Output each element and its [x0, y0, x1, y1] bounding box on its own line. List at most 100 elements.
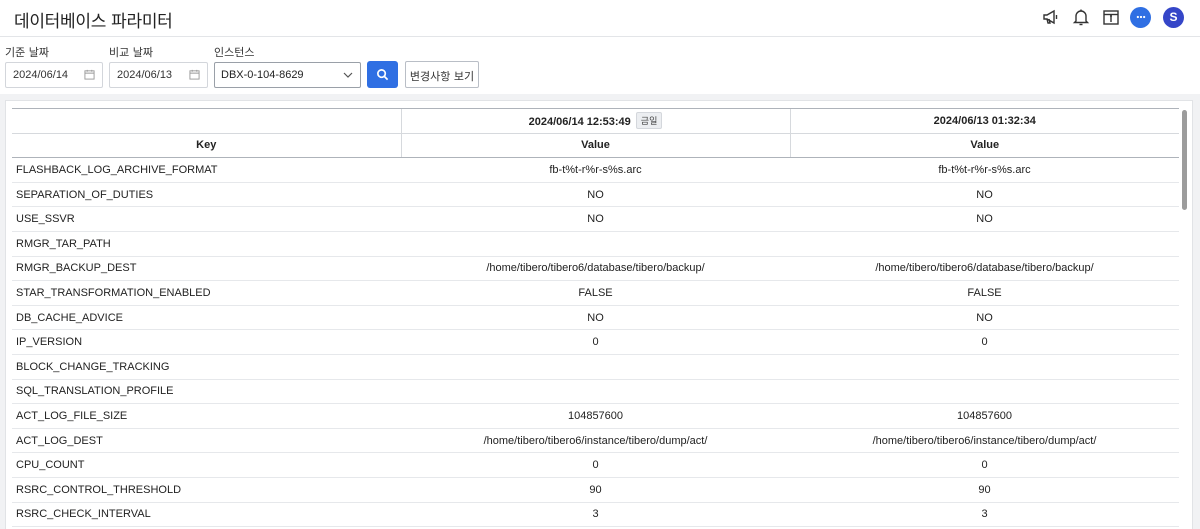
calendar-icon — [189, 69, 200, 80]
calendar-icon — [84, 69, 95, 80]
view-changes-button[interactable]: 변경사항 보기 — [405, 61, 479, 88]
table-row[interactable]: SEPARATION_OF_DUTIES NO NO — [12, 182, 1179, 208]
compare-value-column-header[interactable]: Value — [789, 133, 1179, 159]
base-value-cell: NO — [401, 182, 790, 208]
base-value-cell: fb-t%t-r%r-s%s.arc — [401, 157, 790, 183]
param-key-cell: DB_CACHE_ADVICE — [12, 305, 401, 331]
compare-value-cell — [790, 231, 1179, 257]
compare-datetime: 2024/06/13 01:32:34 — [933, 114, 1036, 127]
compare-value-cell: NO — [790, 206, 1179, 232]
base-value-cell: 104857600 — [401, 403, 790, 429]
chat-icon[interactable] — [1130, 6, 1151, 28]
today-badge: 금일 — [635, 112, 663, 130]
table-row[interactable]: USE_SSVR NO NO — [12, 206, 1179, 232]
param-key-cell: RMGR_BACKUP_DEST — [12, 256, 401, 282]
compare-value-cell: 3 — [790, 502, 1179, 528]
base-value-cell: /home/tibero/tibero6/instance/tibero/dum… — [401, 428, 790, 454]
compare-value-cell — [790, 379, 1179, 405]
table-row[interactable]: ACT_LOG_DEST/home/tibero/tibero6/instanc… — [12, 428, 1179, 454]
table-row[interactable]: BLOCK_CHANGE_TRACKING — [12, 354, 1179, 380]
instance-value: DBX-0-104-8629 — [221, 69, 304, 81]
compare-value-cell: 0 — [790, 452, 1179, 478]
param-key-cell: USE_SSVR — [12, 206, 401, 232]
chevron-down-icon — [343, 72, 353, 78]
table-row[interactable]: ACT_LOG_FILE_SIZE 104857600 104857600 — [12, 403, 1179, 429]
key-column-header[interactable]: Key — [12, 133, 401, 159]
param-key-cell: ACT_LOG_DEST — [12, 428, 401, 454]
base-value-cell: NO — [401, 206, 790, 232]
compare-value-cell: /home/tibero/tibero6/instance/tibero/dum… — [790, 428, 1179, 454]
header-actions: S — [1040, 6, 1184, 28]
compare-value-cell: 104857600 — [790, 403, 1179, 429]
param-key-cell: BLOCK_CHANGE_TRACKING — [12, 354, 401, 380]
table-body: FLASHBACK_LOG_ARCHIVE_FORMAT fb-t%t-r%r-s… — [12, 157, 1179, 529]
param-key-cell: FLASHBACK_LOG_ARCHIVE_FORMAT — [12, 157, 401, 183]
table-row[interactable]: RMGR_TAR_PATH — [12, 231, 1179, 257]
compare-value-cell: /home/tibero/tibero6/database/tibero/bac… — [790, 256, 1179, 282]
page-title: 데이터베이스 파라미터 — [14, 12, 173, 32]
content-area: 2024/06/14 12:53:49 금일 2024/06/13 01:32:3… — [0, 94, 1200, 529]
param-key-cell: SEPARATION_OF_DUTIES — [12, 182, 401, 208]
compare-date-column-header: 2024/06/13 01:32:34 — [789, 108, 1179, 134]
table-row[interactable]: RMGR_BACKUP_DEST/home/tibero/tibero6/dat… — [12, 256, 1179, 282]
param-key-cell: IP_VERSION — [12, 329, 401, 355]
base-value-cell: 3 — [401, 502, 790, 528]
base-date-value: 2024/06/14 — [13, 69, 69, 81]
base-date-label: 기준 날짜 — [5, 46, 49, 59]
vertical-scrollbar[interactable] — [1182, 110, 1187, 210]
table-row[interactable]: CPU_COUNT 0 0 — [12, 452, 1179, 478]
compare-value-cell — [790, 354, 1179, 380]
param-key-cell: SQL_TRANSLATION_PROFILE — [12, 379, 401, 405]
compare-value-cell: 0 — [790, 329, 1179, 355]
compare-value-cell: 90 — [790, 477, 1179, 503]
bell-icon[interactable] — [1070, 6, 1092, 28]
table-row[interactable]: DB_CACHE_ADVICE NO NO — [12, 305, 1179, 331]
compare-value-cell: fb-t%t-r%r-s%s.arc — [790, 157, 1179, 183]
param-key-cell: RSRC_CHECK_INTERVAL — [12, 502, 401, 528]
compare-date-picker[interactable]: 2024/06/13 — [109, 62, 208, 88]
app-header: 데이터베이스 파라미터 S — [0, 0, 1200, 37]
param-key-cell: RSRC_CONTROL_THRESHOLD — [12, 477, 401, 503]
compare-date-value: 2024/06/13 — [117, 69, 173, 81]
compare-value-cell: NO — [790, 305, 1179, 331]
param-key-cell: ACT_LOG_FILE_SIZE — [12, 403, 401, 429]
compare-value-cell: NO — [790, 182, 1179, 208]
table-row[interactable]: RSRC_CHECK_INTERVAL 3 3 — [12, 502, 1179, 528]
instance-label: 인스턴스 — [214, 46, 255, 59]
table-row[interactable]: SQL_TRANSLATION_PROFILE — [12, 379, 1179, 405]
base-datetime: 2024/06/14 12:53:49 — [528, 116, 631, 129]
base-value-cell: 90 — [401, 477, 790, 503]
base-value-cell: /home/tibero/tibero6/database/tibero/bac… — [401, 256, 790, 282]
param-key-cell: CPU_COUNT — [12, 452, 401, 478]
instance-select[interactable]: DBX-0-104-8629 — [214, 62, 361, 88]
base-date-column-header: 2024/06/14 12:53:49 금일 — [400, 108, 790, 134]
calendar-info-icon[interactable] — [1100, 6, 1122, 28]
compare-date-label: 비교 날짜 — [109, 46, 153, 59]
compare-value-cell: FALSE — [790, 280, 1179, 306]
table-date-header-row: 2024/06/14 12:53:49 금일 2024/06/13 01:32:3… — [12, 108, 1179, 134]
param-key-cell: RMGR_TAR_PATH — [12, 231, 401, 257]
base-value-cell: 0 — [401, 452, 790, 478]
base-date-picker[interactable]: 2024/06/14 — [5, 62, 103, 88]
base-value-cell: FALSE — [401, 280, 790, 306]
table-column-header-row: Key Value Value — [12, 133, 1179, 159]
search-button[interactable] — [367, 61, 398, 88]
table-row[interactable]: FLASHBACK_LOG_ARCHIVE_FORMAT fb-t%t-r%r-s… — [12, 157, 1179, 183]
param-key-cell: STAR_TRANSFORMATION_ENABLED — [12, 280, 401, 306]
parameter-table: 2024/06/14 12:53:49 금일 2024/06/13 01:32:3… — [12, 108, 1179, 529]
empty-header-cell — [12, 108, 401, 134]
base-value-cell — [401, 379, 790, 405]
megaphone-icon[interactable] — [1040, 6, 1062, 28]
table-row[interactable]: IP_VERSION 0 0 — [12, 329, 1179, 355]
base-value-cell: NO — [401, 305, 790, 331]
table-row[interactable]: STAR_TRANSFORMATION_ENABLED FALSE FALSE — [12, 280, 1179, 306]
base-value-column-header[interactable]: Value — [400, 133, 790, 159]
parameter-table-panel: 2024/06/14 12:53:49 금일 2024/06/13 01:32:3… — [5, 100, 1193, 529]
base-value-cell: 0 — [401, 329, 790, 355]
table-row[interactable]: RSRC_CONTROL_THRESHOLD 90 90 — [12, 477, 1179, 503]
base-value-cell — [401, 231, 790, 257]
filter-bar: 기준 날짜 2024/06/14 비교 날짜 2024/06/13 인스턴스 D… — [0, 38, 1200, 94]
user-avatar[interactable]: S — [1163, 6, 1184, 28]
base-value-cell — [401, 354, 790, 380]
search-icon — [377, 69, 389, 81]
